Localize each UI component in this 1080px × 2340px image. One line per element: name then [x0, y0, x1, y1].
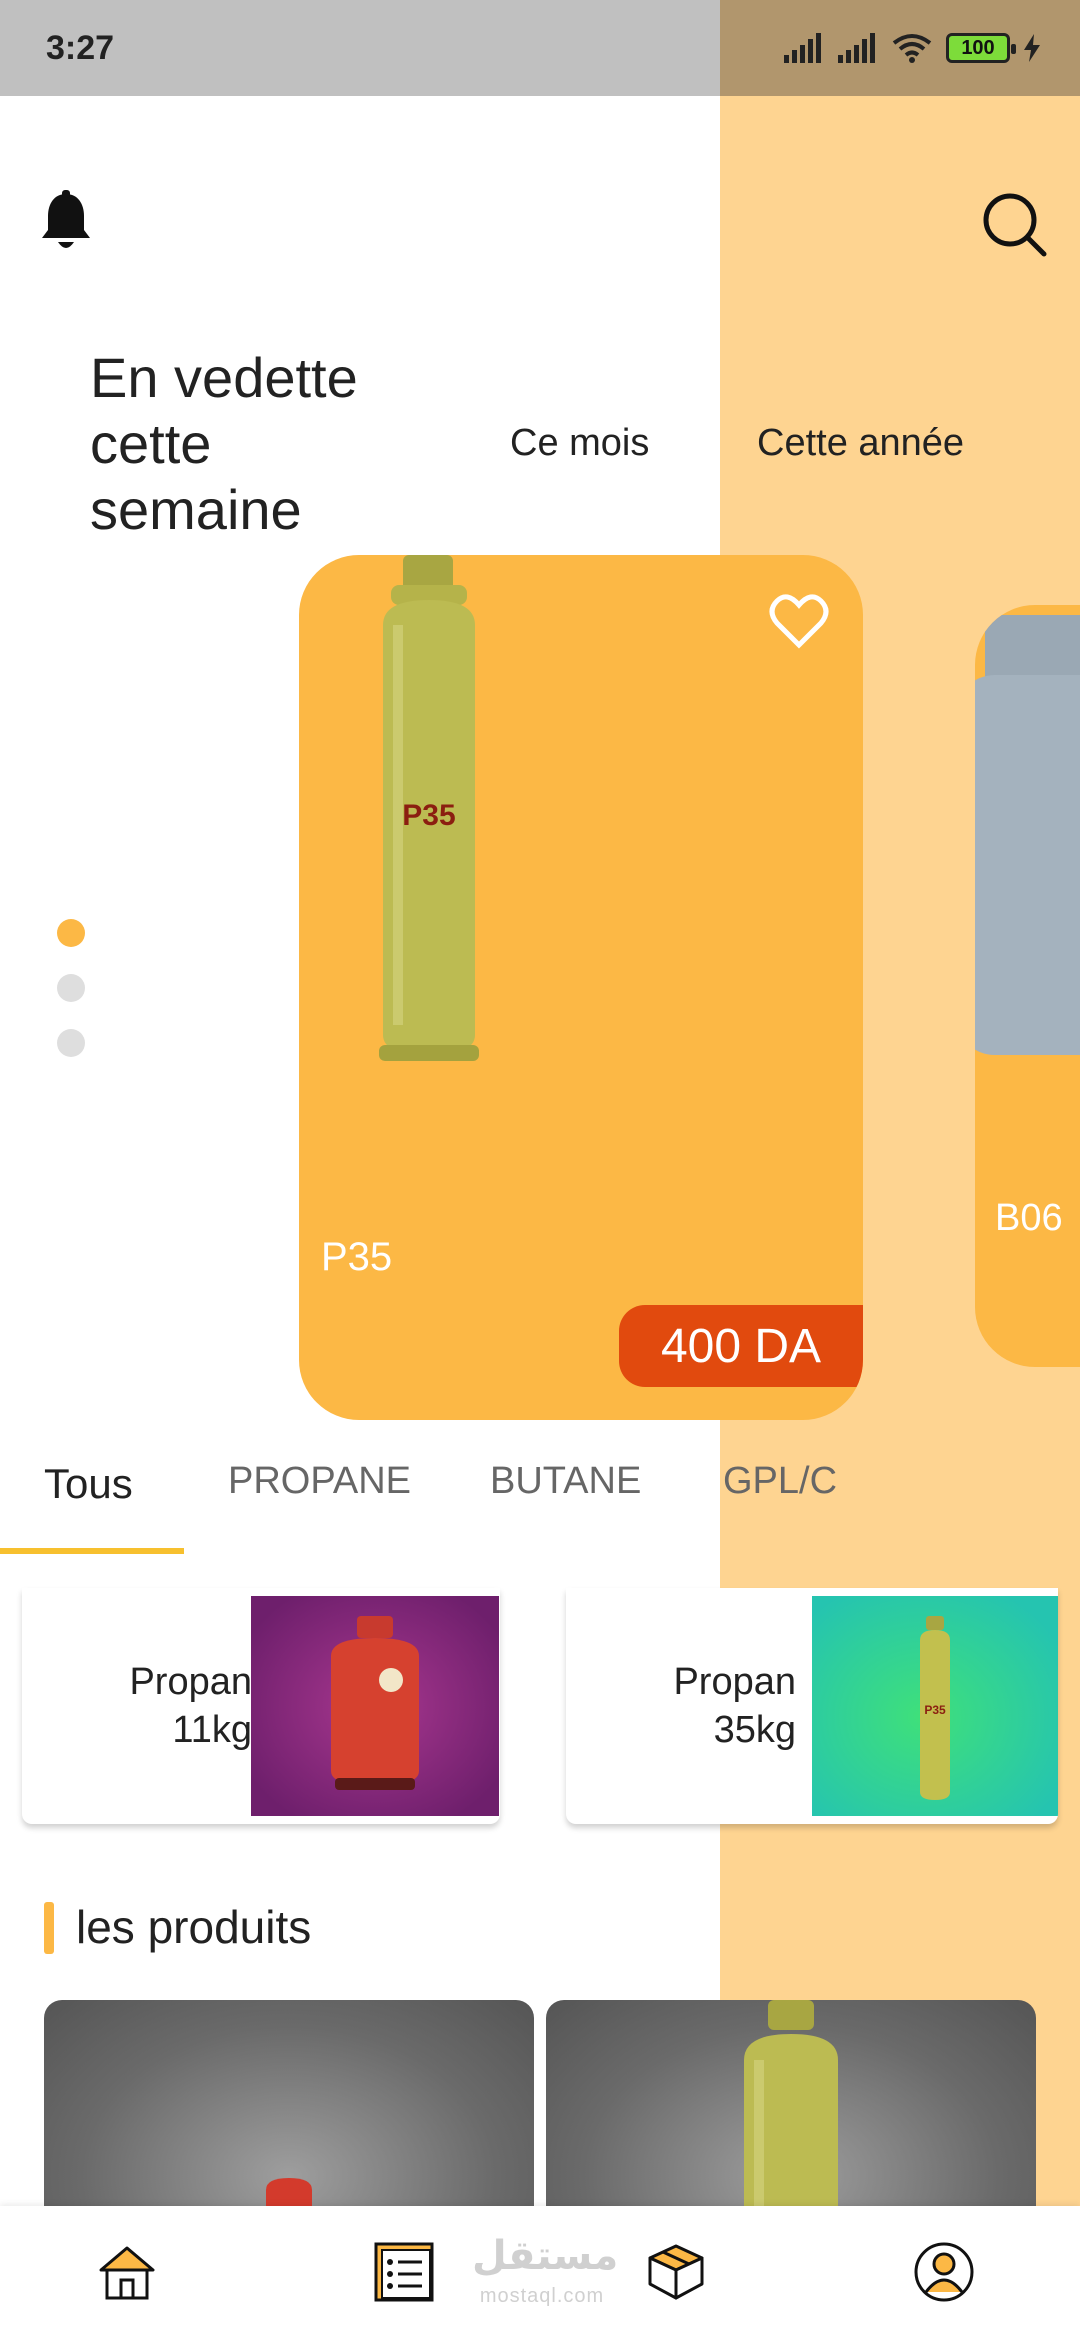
- product-tile[interactable]: [546, 2000, 1036, 2220]
- signal-icon-2: [838, 33, 875, 63]
- product-card-label: Propan 11kg: [129, 1661, 252, 1751]
- product-name: P35: [321, 1235, 393, 1279]
- heart-icon[interactable]: [769, 593, 829, 649]
- product-card[interactable]: Propan 35kg P35: [566, 1588, 1058, 1824]
- charging-icon: [1024, 34, 1040, 62]
- tab-gplc[interactable]: GPL/C: [723, 1460, 837, 1503]
- carousel-dot-1[interactable]: [57, 919, 85, 947]
- bottom-nav: مستقل mostaql.com: [0, 2206, 1080, 2340]
- tab-tous[interactable]: Tous: [44, 1460, 133, 1508]
- svg-text:P35: P35: [402, 799, 455, 832]
- battery-icon: 100: [946, 33, 1016, 63]
- search-icon[interactable]: [980, 190, 1048, 258]
- product-tile[interactable]: [44, 2000, 534, 2220]
- status-time: 3:27: [46, 28, 115, 67]
- product-thumbnail: P35: [812, 1596, 1058, 1816]
- tab-propane[interactable]: PROPANE: [228, 1460, 411, 1503]
- gas-bottle-image: B: [975, 615, 1080, 1055]
- section-title: les produits: [76, 1901, 312, 1953]
- featured-card[interactable]: P35 P35 400 DA: [299, 555, 863, 1420]
- product-name: B06: [995, 1197, 1063, 1239]
- home-icon[interactable]: [95, 2240, 159, 2304]
- gas-bottle-image: P35: [379, 555, 479, 1061]
- product-card-label: Propan 35kg: [673, 1661, 796, 1751]
- gas-bottle-image: [744, 2000, 838, 2220]
- tab-featured-week[interactable]: En vedette cette semaine: [90, 345, 430, 543]
- tab-month[interactable]: Ce mois: [510, 422, 649, 465]
- list-icon[interactable]: [372, 2240, 436, 2304]
- product-thumbnail: [251, 1596, 499, 1816]
- carousel-dot-2[interactable]: [57, 974, 85, 1002]
- carousel-dot-3[interactable]: [57, 1029, 85, 1057]
- tab-butane[interactable]: BUTANE: [490, 1460, 641, 1503]
- tab-year[interactable]: Cette année: [757, 422, 964, 465]
- active-tab-indicator: [0, 1548, 184, 1554]
- signal-icon: [784, 33, 821, 63]
- profile-icon[interactable]: [912, 2240, 976, 2304]
- status-bar: 3:27 100: [0, 0, 1080, 96]
- featured-card-next[interactable]: B B06: [975, 605, 1080, 1367]
- box-icon[interactable]: [644, 2240, 708, 2304]
- bell-icon[interactable]: [38, 190, 94, 254]
- watermark-logo: مستقل mostaql.com: [472, 2234, 619, 2307]
- gas-bottle-image: [266, 2178, 312, 2220]
- svg-text:B: B: [1075, 785, 1080, 885]
- section-accent-bar: [44, 1902, 54, 1954]
- svg-text:P35: P35: [924, 1703, 946, 1717]
- product-card[interactable]: Propan 11kg: [22, 1588, 500, 1824]
- status-icons: 100: [784, 33, 1040, 63]
- price-badge: 400 DA: [619, 1305, 863, 1387]
- wifi-icon: [892, 34, 932, 63]
